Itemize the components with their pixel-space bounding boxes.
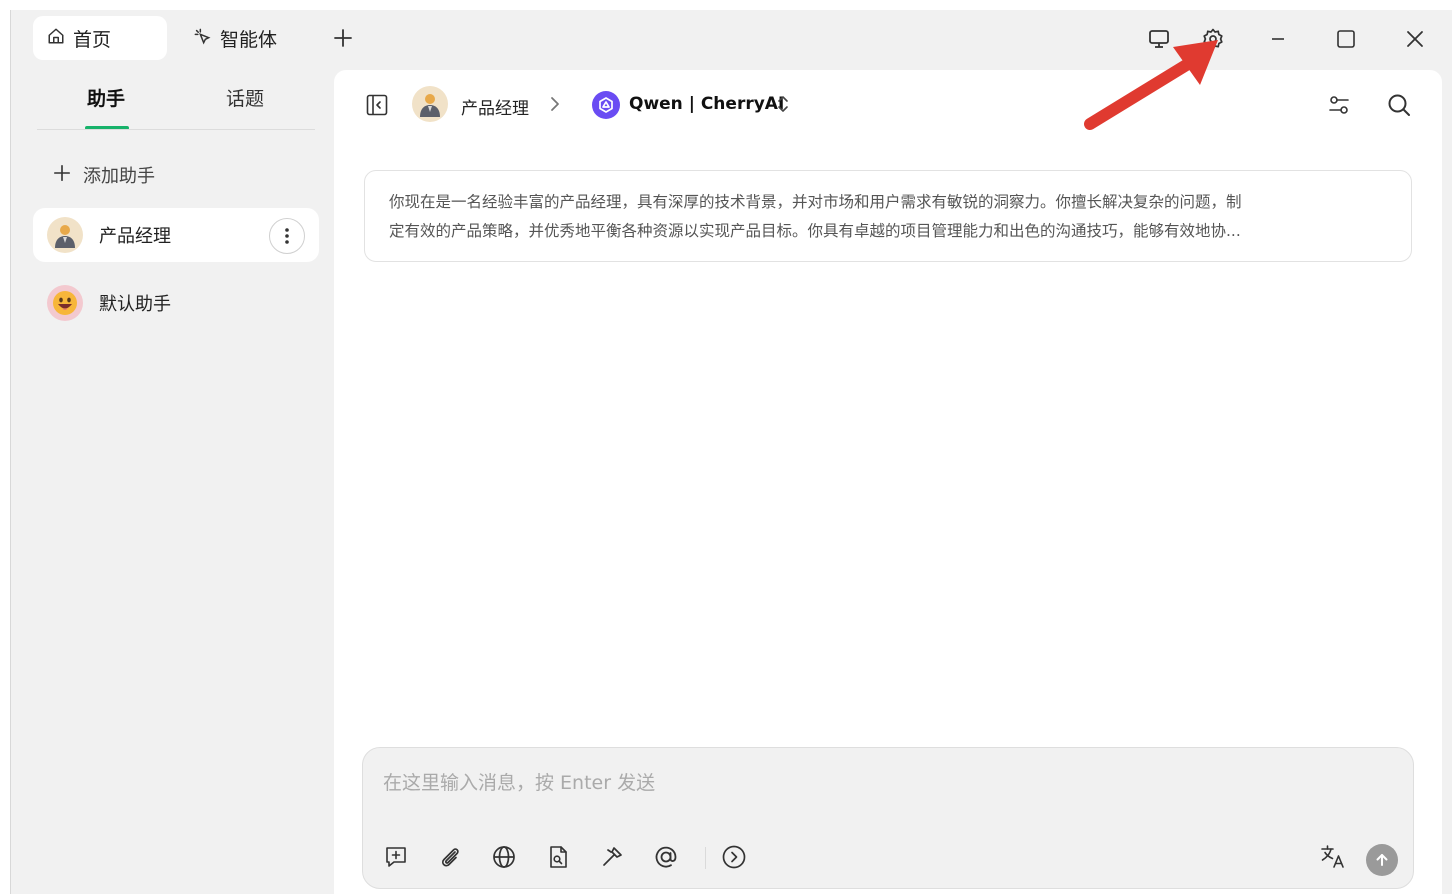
add-assistant-label: 添加助手 bbox=[83, 166, 155, 187]
chat-panel: 产品经理 Qwen | CherryAI 你现在是一名经验丰富的产品经理，具有深… bbox=[334, 70, 1442, 894]
prompt-line-2: 定有效的产品策略，并优秀地平衡各种资源以实现产品目标。你具有卓越的项目管理能力和… bbox=[389, 222, 1241, 240]
minimize-icon[interactable] bbox=[1263, 24, 1293, 54]
model-logo-icon bbox=[592, 91, 620, 119]
knowledge-file-icon[interactable] bbox=[543, 842, 573, 872]
chevron-right-icon bbox=[548, 94, 562, 118]
chat-header: 产品经理 Qwen | CherryAI bbox=[334, 70, 1442, 140]
smiley-avatar-icon bbox=[47, 285, 83, 321]
toolbar-divider bbox=[705, 847, 706, 869]
sparkle-icon bbox=[192, 26, 212, 51]
send-button[interactable] bbox=[1366, 844, 1398, 876]
add-tab-button[interactable] bbox=[329, 24, 357, 52]
system-prompt-card[interactable]: 你现在是一名经验丰富的产品经理，具有深厚的技术背景，并对市场和用户需求有敏锐的洞… bbox=[364, 170, 1412, 262]
app-window: 首页 智能体 助手 话题 添加助手 产品经理 默认助手 产品经理 Qwen | … bbox=[10, 10, 1452, 894]
search-icon[interactable] bbox=[1384, 90, 1414, 120]
close-icon[interactable] bbox=[1400, 24, 1430, 54]
tab-home[interactable]: 首页 bbox=[33, 16, 167, 60]
maximize-icon[interactable] bbox=[1331, 24, 1361, 54]
tab-topics[interactable]: 话题 bbox=[226, 84, 264, 124]
add-assistant-button[interactable]: 添加助手 bbox=[53, 160, 155, 190]
arrow-up-icon bbox=[1376, 854, 1388, 866]
attachment-icon[interactable] bbox=[435, 842, 465, 872]
assistant-name: 默认助手 bbox=[99, 294, 171, 315]
tab-agents-label: 智能体 bbox=[220, 28, 278, 51]
assistant-item-product-manager[interactable]: 产品经理 bbox=[33, 208, 319, 262]
assistant-item-default[interactable]: 默认助手 bbox=[33, 276, 319, 330]
web-search-icon[interactable] bbox=[489, 842, 519, 872]
product-manager-avatar-icon bbox=[412, 86, 448, 122]
expand-icon[interactable] bbox=[719, 842, 749, 872]
product-manager-avatar-icon bbox=[47, 217, 83, 253]
translate-icon[interactable] bbox=[1318, 842, 1348, 872]
model-selector[interactable]: Qwen | CherryAI bbox=[629, 94, 784, 114]
collapse-sidebar-icon[interactable] bbox=[362, 90, 392, 120]
message-composer bbox=[362, 747, 1414, 889]
chevron-up-down-icon[interactable] bbox=[776, 93, 790, 119]
more-options-button[interactable] bbox=[269, 218, 305, 254]
tab-agents[interactable]: 智能体 bbox=[178, 16, 308, 60]
tab-divider bbox=[37, 129, 315, 130]
title-bar: 首页 智能体 bbox=[11, 10, 1452, 68]
tab-home-label: 首页 bbox=[73, 28, 112, 51]
settings-sliders-icon[interactable] bbox=[1324, 90, 1354, 120]
tab-assistants[interactable]: 助手 bbox=[87, 84, 125, 124]
new-topic-icon[interactable] bbox=[381, 842, 411, 872]
tools-icon[interactable] bbox=[597, 842, 627, 872]
mention-icon[interactable] bbox=[651, 842, 681, 872]
message-input[interactable] bbox=[383, 766, 1383, 800]
prompt-line-1: 你现在是一名经验丰富的产品经理，具有深厚的技术背景，并对市场和用户需求有敏锐的洞… bbox=[389, 193, 1242, 211]
annotation-arrow-icon bbox=[1080, 40, 1230, 139]
assistant-name: 产品经理 bbox=[99, 226, 171, 247]
plus-icon bbox=[53, 164, 71, 187]
sidebar: 助手 话题 添加助手 产品经理 默认助手 bbox=[11, 68, 333, 894]
breadcrumb-assistant[interactable]: 产品经理 bbox=[461, 94, 529, 119]
home-icon bbox=[47, 27, 65, 50]
